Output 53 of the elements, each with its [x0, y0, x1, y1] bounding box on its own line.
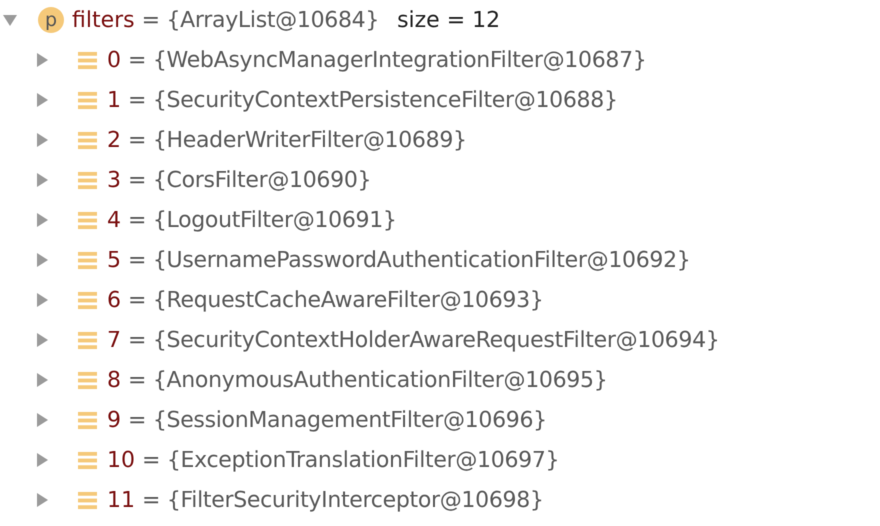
collapse-triangle-icon[interactable] — [2, 12, 18, 28]
element-index: 8 — [107, 368, 121, 392]
element-value: = {CorsFilter@10690} — [128, 168, 372, 192]
list-item-icon — [78, 330, 97, 350]
size-label: size = 12 — [397, 8, 500, 32]
element-value: = {HeaderWriterFilter@10689} — [128, 128, 467, 152]
list-item-icon — [78, 210, 97, 230]
element-index: 0 — [107, 48, 121, 72]
expand-triangle-icon[interactable] — [34, 172, 50, 188]
expand-triangle-icon[interactable] — [34, 372, 50, 388]
variable-name: filters — [72, 8, 135, 32]
list-item-icon — [78, 490, 97, 510]
list-item-icon — [78, 450, 97, 470]
list-item-icon — [78, 370, 97, 390]
element-index: 6 — [107, 288, 121, 312]
list-item-icon — [78, 130, 97, 150]
element-index: 4 — [107, 208, 121, 232]
list-item-icon — [78, 290, 97, 310]
variable-value: = {ArrayList@10684} — [142, 8, 380, 32]
expand-triangle-icon[interactable] — [34, 92, 50, 108]
element-index: 7 — [107, 328, 121, 352]
list-item-icon — [78, 410, 97, 430]
list-item-icon — [78, 170, 97, 190]
element-value: = {FilterSecurityInterceptor@10698} — [142, 488, 544, 512]
element-index: 2 — [107, 128, 121, 152]
expand-triangle-icon[interactable] — [34, 412, 50, 428]
element-value: = {AnonymousAuthenticationFilter@10695} — [128, 368, 608, 392]
element-value: = {SecurityContextPersistenceFilter@10688} — [128, 88, 618, 112]
element-value: = {LogoutFilter@10691} — [128, 208, 397, 232]
element-value: = {RequestCacheAwareFilter@10693} — [128, 288, 544, 312]
element-value: = {SessionManagementFilter@10696} — [128, 408, 547, 432]
element-index: 11 — [107, 488, 135, 512]
element-value: = {SecurityContextHolderAwareRequestFilter@10694} — [128, 328, 720, 352]
element-index: 5 — [107, 248, 121, 272]
element-index: 9 — [107, 408, 121, 432]
element-value: = {ExceptionTranslationFilter@10697} — [142, 448, 560, 472]
element-value: = {WebAsyncManagerIntegrationFilter@10687} — [128, 48, 646, 72]
expand-triangle-icon[interactable] — [34, 132, 50, 148]
list-item-icon — [78, 90, 97, 110]
expand-triangle-icon[interactable] — [34, 492, 50, 508]
field-badge: p — [38, 7, 64, 33]
expand-triangle-icon[interactable] — [34, 52, 50, 68]
expand-triangle-icon[interactable] — [34, 452, 50, 468]
element-index: 10 — [107, 448, 135, 472]
expand-triangle-icon[interactable] — [34, 252, 50, 268]
element-index: 3 — [107, 168, 121, 192]
expand-triangle-icon[interactable] — [34, 332, 50, 348]
expand-triangle-icon[interactable] — [34, 212, 50, 228]
element-index: 1 — [107, 88, 121, 112]
element-value: = {UsernamePasswordAuthenticationFilter@10692} — [128, 248, 690, 272]
expand-triangle-icon[interactable] — [34, 292, 50, 308]
list-item-icon — [78, 50, 97, 70]
list-item-icon — [78, 250, 97, 270]
